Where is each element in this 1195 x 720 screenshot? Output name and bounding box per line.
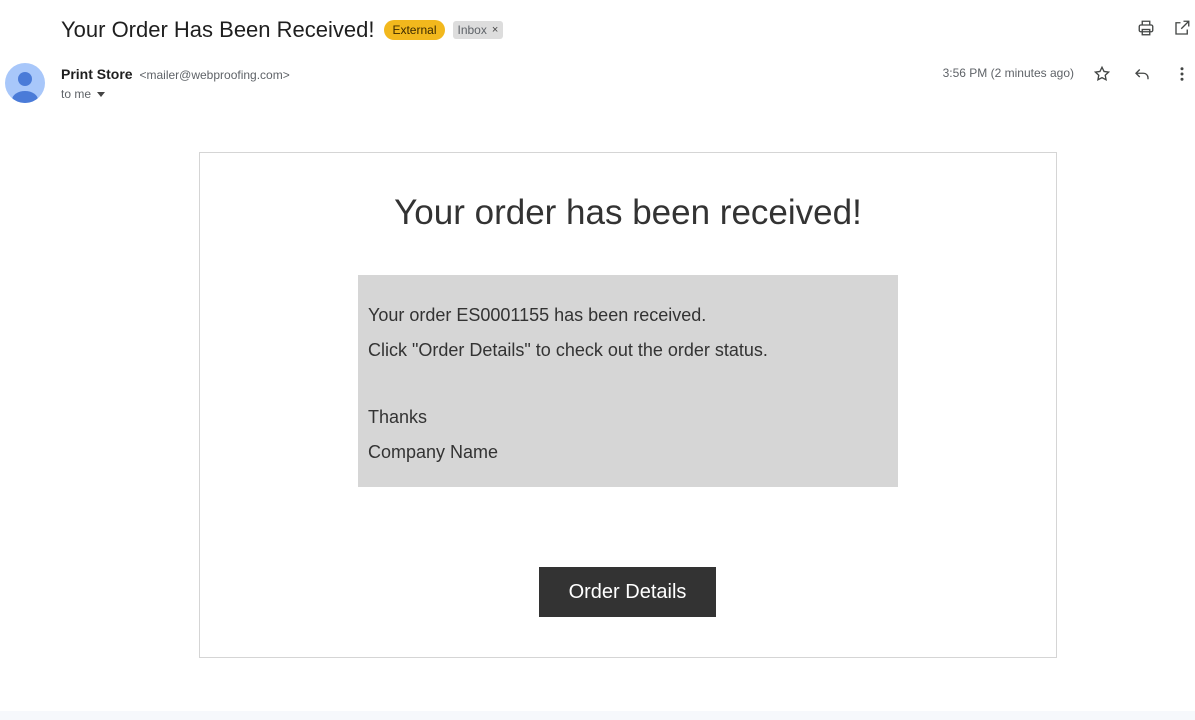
subject-row: Your Order Has Been Received! External I… (61, 14, 504, 46)
person-icon (12, 72, 38, 103)
sender-name[interactable]: Print Store (61, 66, 133, 82)
order-status-instruction-line: Click "Order Details" to check out the o… (368, 340, 768, 360)
more-vertical-icon[interactable] (1172, 64, 1192, 84)
order-received-line: Your order ES0001155 has been received. (368, 305, 707, 325)
remove-label-icon[interactable]: × (492, 21, 498, 39)
email-subject: Your Order Has Been Received! (61, 17, 375, 42)
recipient-text: to me (61, 87, 92, 101)
avatar[interactable] (5, 63, 45, 103)
recipient-details-dropdown-icon[interactable] (97, 91, 106, 97)
print-icon[interactable] (1136, 18, 1156, 38)
inbox-label-badge[interactable]: Inbox × (452, 21, 504, 39)
external-label-badge: External (384, 20, 445, 40)
reply-icon[interactable] (1132, 64, 1152, 84)
sender-row: Print Store <mailer@webproofing.com> (61, 66, 290, 82)
open-in-new-window-icon[interactable] (1172, 18, 1192, 38)
recipient-row: to me (61, 87, 106, 101)
star-icon[interactable] (1092, 64, 1112, 84)
email-body-card: Your order has been received! Your order… (199, 152, 1057, 658)
message-timestamp: 3:56 PM (2 minutes ago) (942, 66, 1074, 80)
inbox-label-text: Inbox (457, 23, 487, 37)
thread-toolbar (1136, 18, 1192, 38)
company-name-line: Company Name (368, 442, 499, 462)
email-heading: Your order has been received! (394, 193, 862, 232)
message-actions (1092, 64, 1192, 84)
bottom-strip (0, 711, 1195, 720)
thanks-line: Thanks (368, 407, 428, 427)
order-details-button[interactable]: Order Details (539, 567, 716, 617)
sender-email: <mailer@webproofing.com> (139, 68, 290, 82)
message-box: Your order ES0001155 has been received. … (358, 275, 898, 487)
